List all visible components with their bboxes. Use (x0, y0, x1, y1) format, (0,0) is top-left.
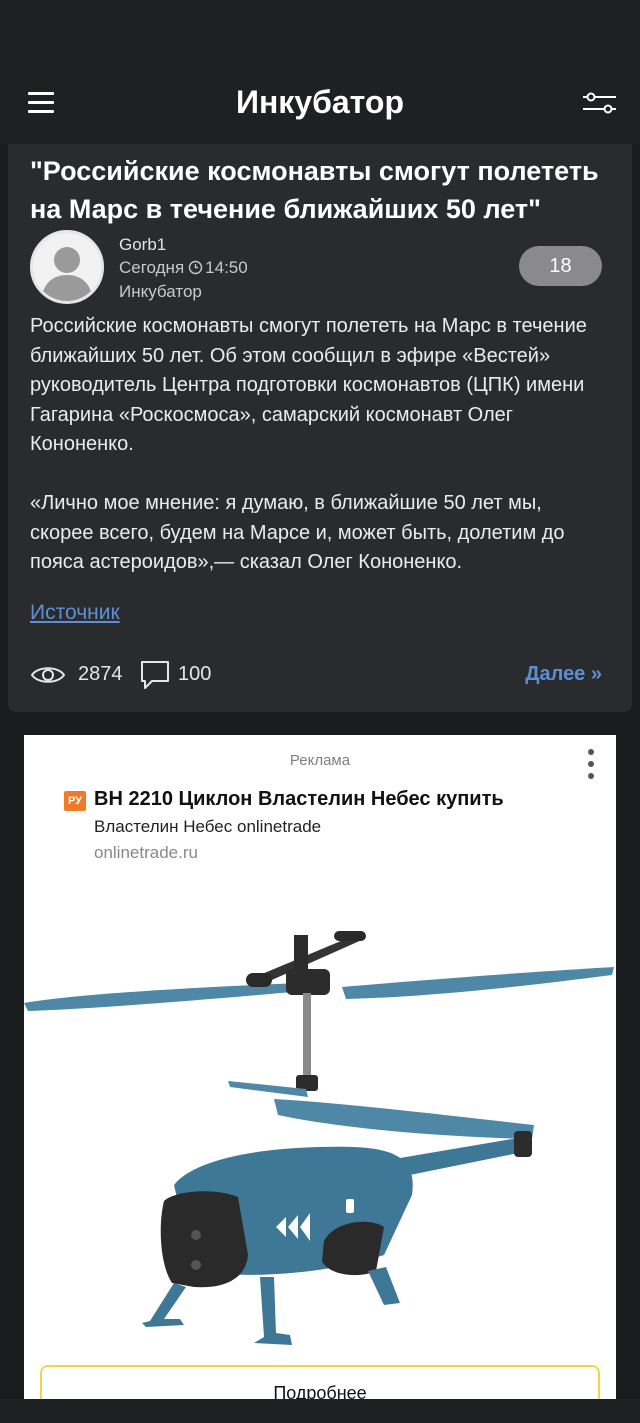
ad-block[interactable]: Реклама РУ BH 2210 Циклон Властелин Небе… (24, 735, 616, 1423)
app-title: Инкубатор (235, 84, 405, 120)
source-link[interactable]: Источник (30, 601, 120, 625)
ad-label: Реклама (289, 752, 351, 769)
rating-badge[interactable]: 18 (519, 246, 602, 286)
ad-country-badge: РУ (64, 791, 86, 811)
post-title[interactable]: "Российские космонавты смогут полететь н… (30, 152, 620, 228)
filter-sliders-icon[interactable] (582, 92, 616, 114)
post-time: Сегодня 14:50 (119, 256, 248, 280)
post-paragraph: Российские космонавты смогут полететь на… (30, 315, 587, 455)
ad-domain[interactable]: onlinetrade.ru (94, 843, 198, 863)
read-more-link[interactable]: Далее » (525, 663, 602, 686)
app-bar: Инкубатор (0, 0, 640, 144)
post-body: Российские космонавты смогут полететь на… (30, 312, 610, 578)
author-avatar[interactable] (30, 230, 104, 304)
views-count: 2874 (78, 663, 123, 685)
comment-icon[interactable] (139, 659, 171, 691)
comments-count[interactable]: 100 (178, 663, 211, 686)
ad-title[interactable]: BH 2210 Циклон Властелин Небес купить (94, 788, 504, 811)
author-name[interactable]: Gorb1 (119, 233, 166, 257)
clock-icon (188, 260, 203, 275)
eye-icon (30, 667, 66, 683)
post-date: Сегодня (119, 258, 185, 277)
more-vertical-icon[interactable] (587, 749, 595, 779)
user-placeholder-icon (33, 233, 101, 301)
helicopter-toy-image[interactable] (24, 875, 616, 1365)
ad-subtitle[interactable]: Властелин Небес onlinetrade (94, 817, 321, 837)
post-card: "Российские космонавты смогут полететь н… (8, 144, 632, 712)
system-nav-bar (0, 1399, 640, 1423)
post-time-value: 14:50 (205, 258, 248, 277)
post-paragraph: «Лично мое мнение: я думаю, в ближайшие … (30, 492, 565, 573)
post-category[interactable]: Инкубатор (119, 280, 202, 304)
